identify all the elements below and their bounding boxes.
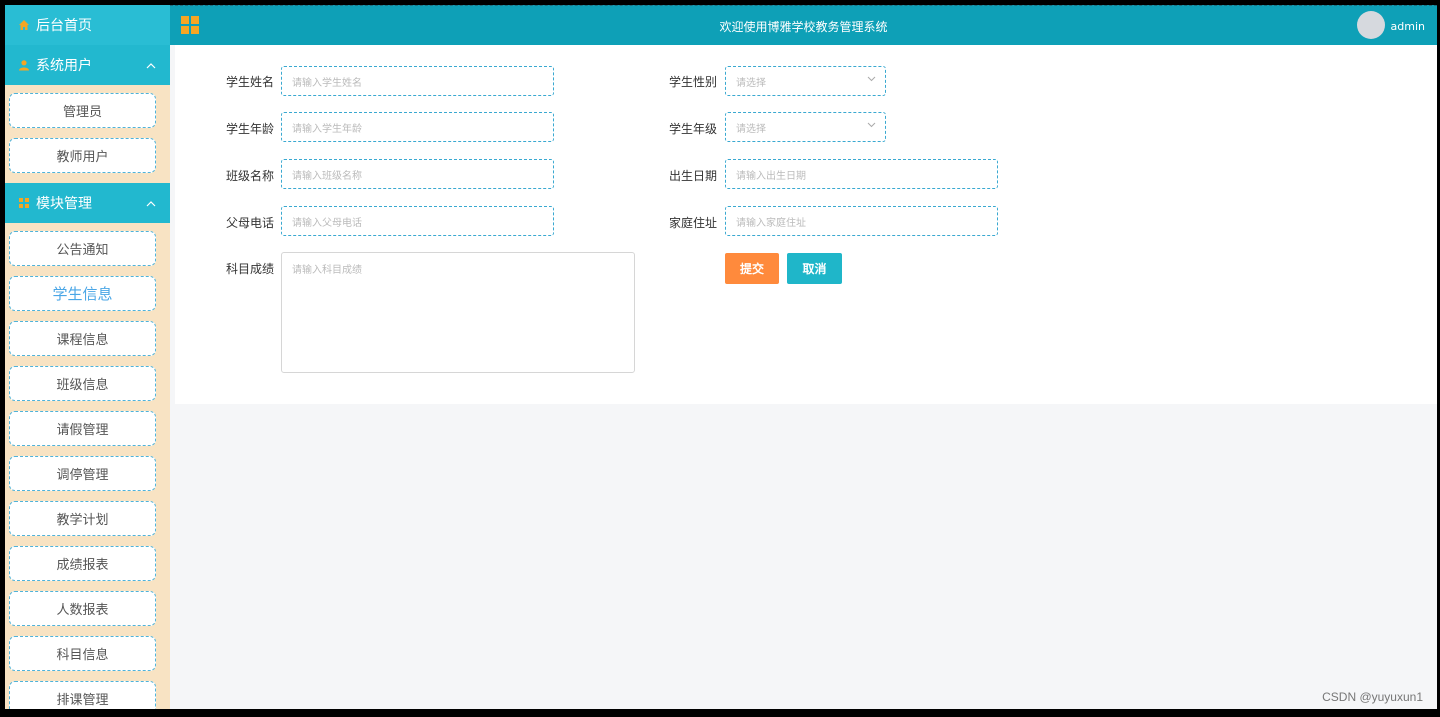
- scores-textarea[interactable]: 请输入科目成绩: [281, 252, 635, 373]
- sidebar-item-scheduling[interactable]: 排课管理: [9, 681, 156, 709]
- parent-phone-label: 父母电话: [225, 216, 274, 230]
- gender-select-placeholder: 请选择: [736, 77, 766, 89]
- scores-label: 科目成绩: [225, 262, 274, 276]
- age-input[interactable]: 请输入学生年龄: [281, 112, 554, 142]
- sidebar-item-admin[interactable]: 管理员: [9, 93, 156, 128]
- sidebar-group-system-users[interactable]: 系统用户: [5, 45, 170, 85]
- gender-label: 学生性别: [668, 75, 717, 89]
- sidebar-sublist: 公告通知 学生信息 课程信息 班级信息 请假管理 调停管理 教学计划 成绩报表 …: [5, 223, 170, 709]
- username[interactable]: admin: [1391, 20, 1425, 33]
- address-input[interactable]: 请输入家庭住址: [725, 206, 998, 236]
- cancel-button[interactable]: 取消: [787, 253, 842, 284]
- sidebar-item-grade-report[interactable]: 成绩报表: [9, 546, 156, 581]
- sidebar-item-suspension-management[interactable]: 调停管理: [9, 456, 156, 491]
- sidebar-group-label: 模块管理: [36, 196, 92, 212]
- sidebar-home[interactable]: 后台首页: [5, 5, 170, 45]
- chevron-down-icon: [867, 121, 876, 131]
- sidebar-item-course-info[interactable]: 课程信息: [9, 321, 156, 356]
- sidebar-sublist: 管理员 教师用户: [5, 85, 170, 186]
- app-frame: 后台首页 系统用户 管理员 教师用户 模块管理 公告通知 学生信息 课程信息 班…: [5, 5, 1437, 709]
- chevron-up-icon: [146, 59, 156, 72]
- name-input[interactable]: 请输入学生姓名: [281, 66, 554, 96]
- sidebar-item-class-info[interactable]: 班级信息: [9, 366, 156, 401]
- sidebar-group-label: 系统用户: [36, 58, 92, 74]
- sidebar-item-student-info[interactable]: 学生信息: [9, 276, 156, 311]
- grade-select-placeholder: 请选择: [736, 123, 766, 135]
- grid-small-icon: [18, 197, 30, 209]
- class-input[interactable]: 请输入班级名称: [281, 159, 554, 189]
- grade-select[interactable]: 请选择: [725, 112, 886, 142]
- birthday-input[interactable]: 请输入出生日期: [725, 159, 998, 189]
- address-label: 家庭住址: [668, 216, 717, 230]
- sidebar-item-headcount-report[interactable]: 人数报表: [9, 591, 156, 626]
- page-title: 欢迎使用博雅学校教务管理系统: [719, 20, 888, 34]
- parent-phone-input[interactable]: 请输入父母电话: [281, 206, 554, 236]
- gender-select[interactable]: 请选择: [725, 66, 886, 96]
- sidebar-item-leave-management[interactable]: 请假管理: [9, 411, 156, 446]
- sidebar-item-teacher-users[interactable]: 教师用户: [9, 138, 156, 173]
- sidebar-item-teaching-plan[interactable]: 教学计划: [9, 501, 156, 536]
- watermark: CSDN @yuyuxun1: [1322, 690, 1423, 704]
- birthday-label: 出生日期: [668, 169, 717, 183]
- student-form: 学生姓名 请输入学生姓名 学生性别 请选择 学生年龄 请输入学生年龄 学生年级 …: [175, 45, 1437, 404]
- avatar[interactable]: [1357, 11, 1385, 39]
- sidebar-group-modules[interactable]: 模块管理: [5, 183, 170, 223]
- sidebar-item-subject-info[interactable]: 科目信息: [9, 636, 156, 671]
- age-label: 学生年龄: [225, 122, 274, 136]
- chevron-down-icon: [867, 75, 876, 85]
- sidebar: 后台首页 系统用户 管理员 教师用户 模块管理 公告通知 学生信息 课程信息 班…: [5, 5, 170, 709]
- sidebar-item-announcements[interactable]: 公告通知: [9, 231, 156, 266]
- class-label: 班级名称: [225, 169, 274, 183]
- grade-label: 学生年级: [668, 122, 717, 136]
- user-icon: [18, 59, 30, 71]
- chevron-up-icon: [146, 197, 156, 210]
- topbar: 欢迎使用博雅学校教务管理系统 admin: [170, 5, 1437, 45]
- submit-button[interactable]: 提交: [725, 253, 779, 284]
- home-icon: [18, 19, 30, 31]
- sidebar-home-label: 后台首页: [36, 18, 92, 34]
- name-label: 学生姓名: [225, 75, 274, 89]
